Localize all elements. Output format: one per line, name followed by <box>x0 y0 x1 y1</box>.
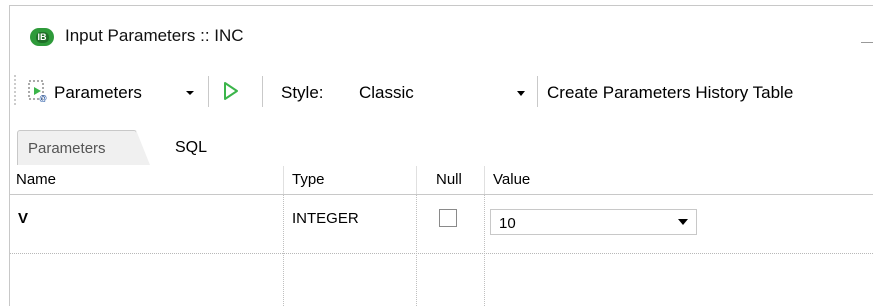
tab-bar: Parameters SQL <box>10 126 873 166</box>
style-label: Style: <box>281 83 324 102</box>
tab-parameters[interactable]: Parameters <box>17 130 150 165</box>
column-header-name[interactable]: Name <box>16 171 56 188</box>
toolbar-separator <box>208 76 209 107</box>
create-parameters-history-table-button[interactable]: Create Parameters History Table <box>547 83 793 103</box>
grid-header: Name Type Null Value <box>10 166 873 195</box>
column-divider[interactable] <box>484 166 485 194</box>
parameters-grid: Name Type Null Value V INTEGER 10 <box>10 166 873 306</box>
minimize-icon[interactable] <box>861 42 873 43</box>
column-header-null[interactable]: Null <box>436 171 462 188</box>
column-header-value[interactable]: Value <box>493 171 530 188</box>
run-icon[interactable] <box>223 81 239 101</box>
column-header-type[interactable]: Type <box>292 171 325 188</box>
column-divider[interactable] <box>416 166 417 194</box>
toolbar-grip-icon[interactable] <box>14 74 16 107</box>
table-row[interactable]: V INTEGER 10 <box>10 195 873 254</box>
toolbar: @ Parameters Style: Classic Create Param… <box>10 70 873 114</box>
app-logo-label: IB <box>35 32 49 43</box>
svg-text:@: @ <box>39 94 47 102</box>
app-logo-icon: IB <box>30 28 54 46</box>
input-parameters-window: IB Input Parameters :: INC @ Parameters … <box>9 5 873 306</box>
toolbar-separator <box>262 76 263 107</box>
column-divider[interactable] <box>283 166 284 194</box>
chevron-down-icon[interactable] <box>678 219 688 225</box>
parameters-menu-button[interactable]: Parameters <box>54 83 142 103</box>
param-value: 10 <box>499 215 516 232</box>
parameters-icon[interactable]: @ <box>28 80 49 102</box>
style-select[interactable]: Classic <box>350 76 533 108</box>
param-value-combobox[interactable]: 10 <box>490 209 697 235</box>
chevron-down-icon[interactable] <box>186 91 194 95</box>
null-checkbox[interactable] <box>439 209 457 227</box>
title-bar: IB Input Parameters :: INC <box>10 6 873 62</box>
chevron-down-icon <box>517 91 525 96</box>
style-select-value: Classic <box>359 83 414 102</box>
window-title: Input Parameters :: INC <box>65 26 244 45</box>
toolbar-separator <box>537 76 538 107</box>
tab-sql[interactable]: SQL <box>175 139 207 157</box>
param-type: INTEGER <box>292 210 359 227</box>
tab-parameters-label: Parameters <box>28 140 106 157</box>
param-name: V <box>18 210 29 227</box>
